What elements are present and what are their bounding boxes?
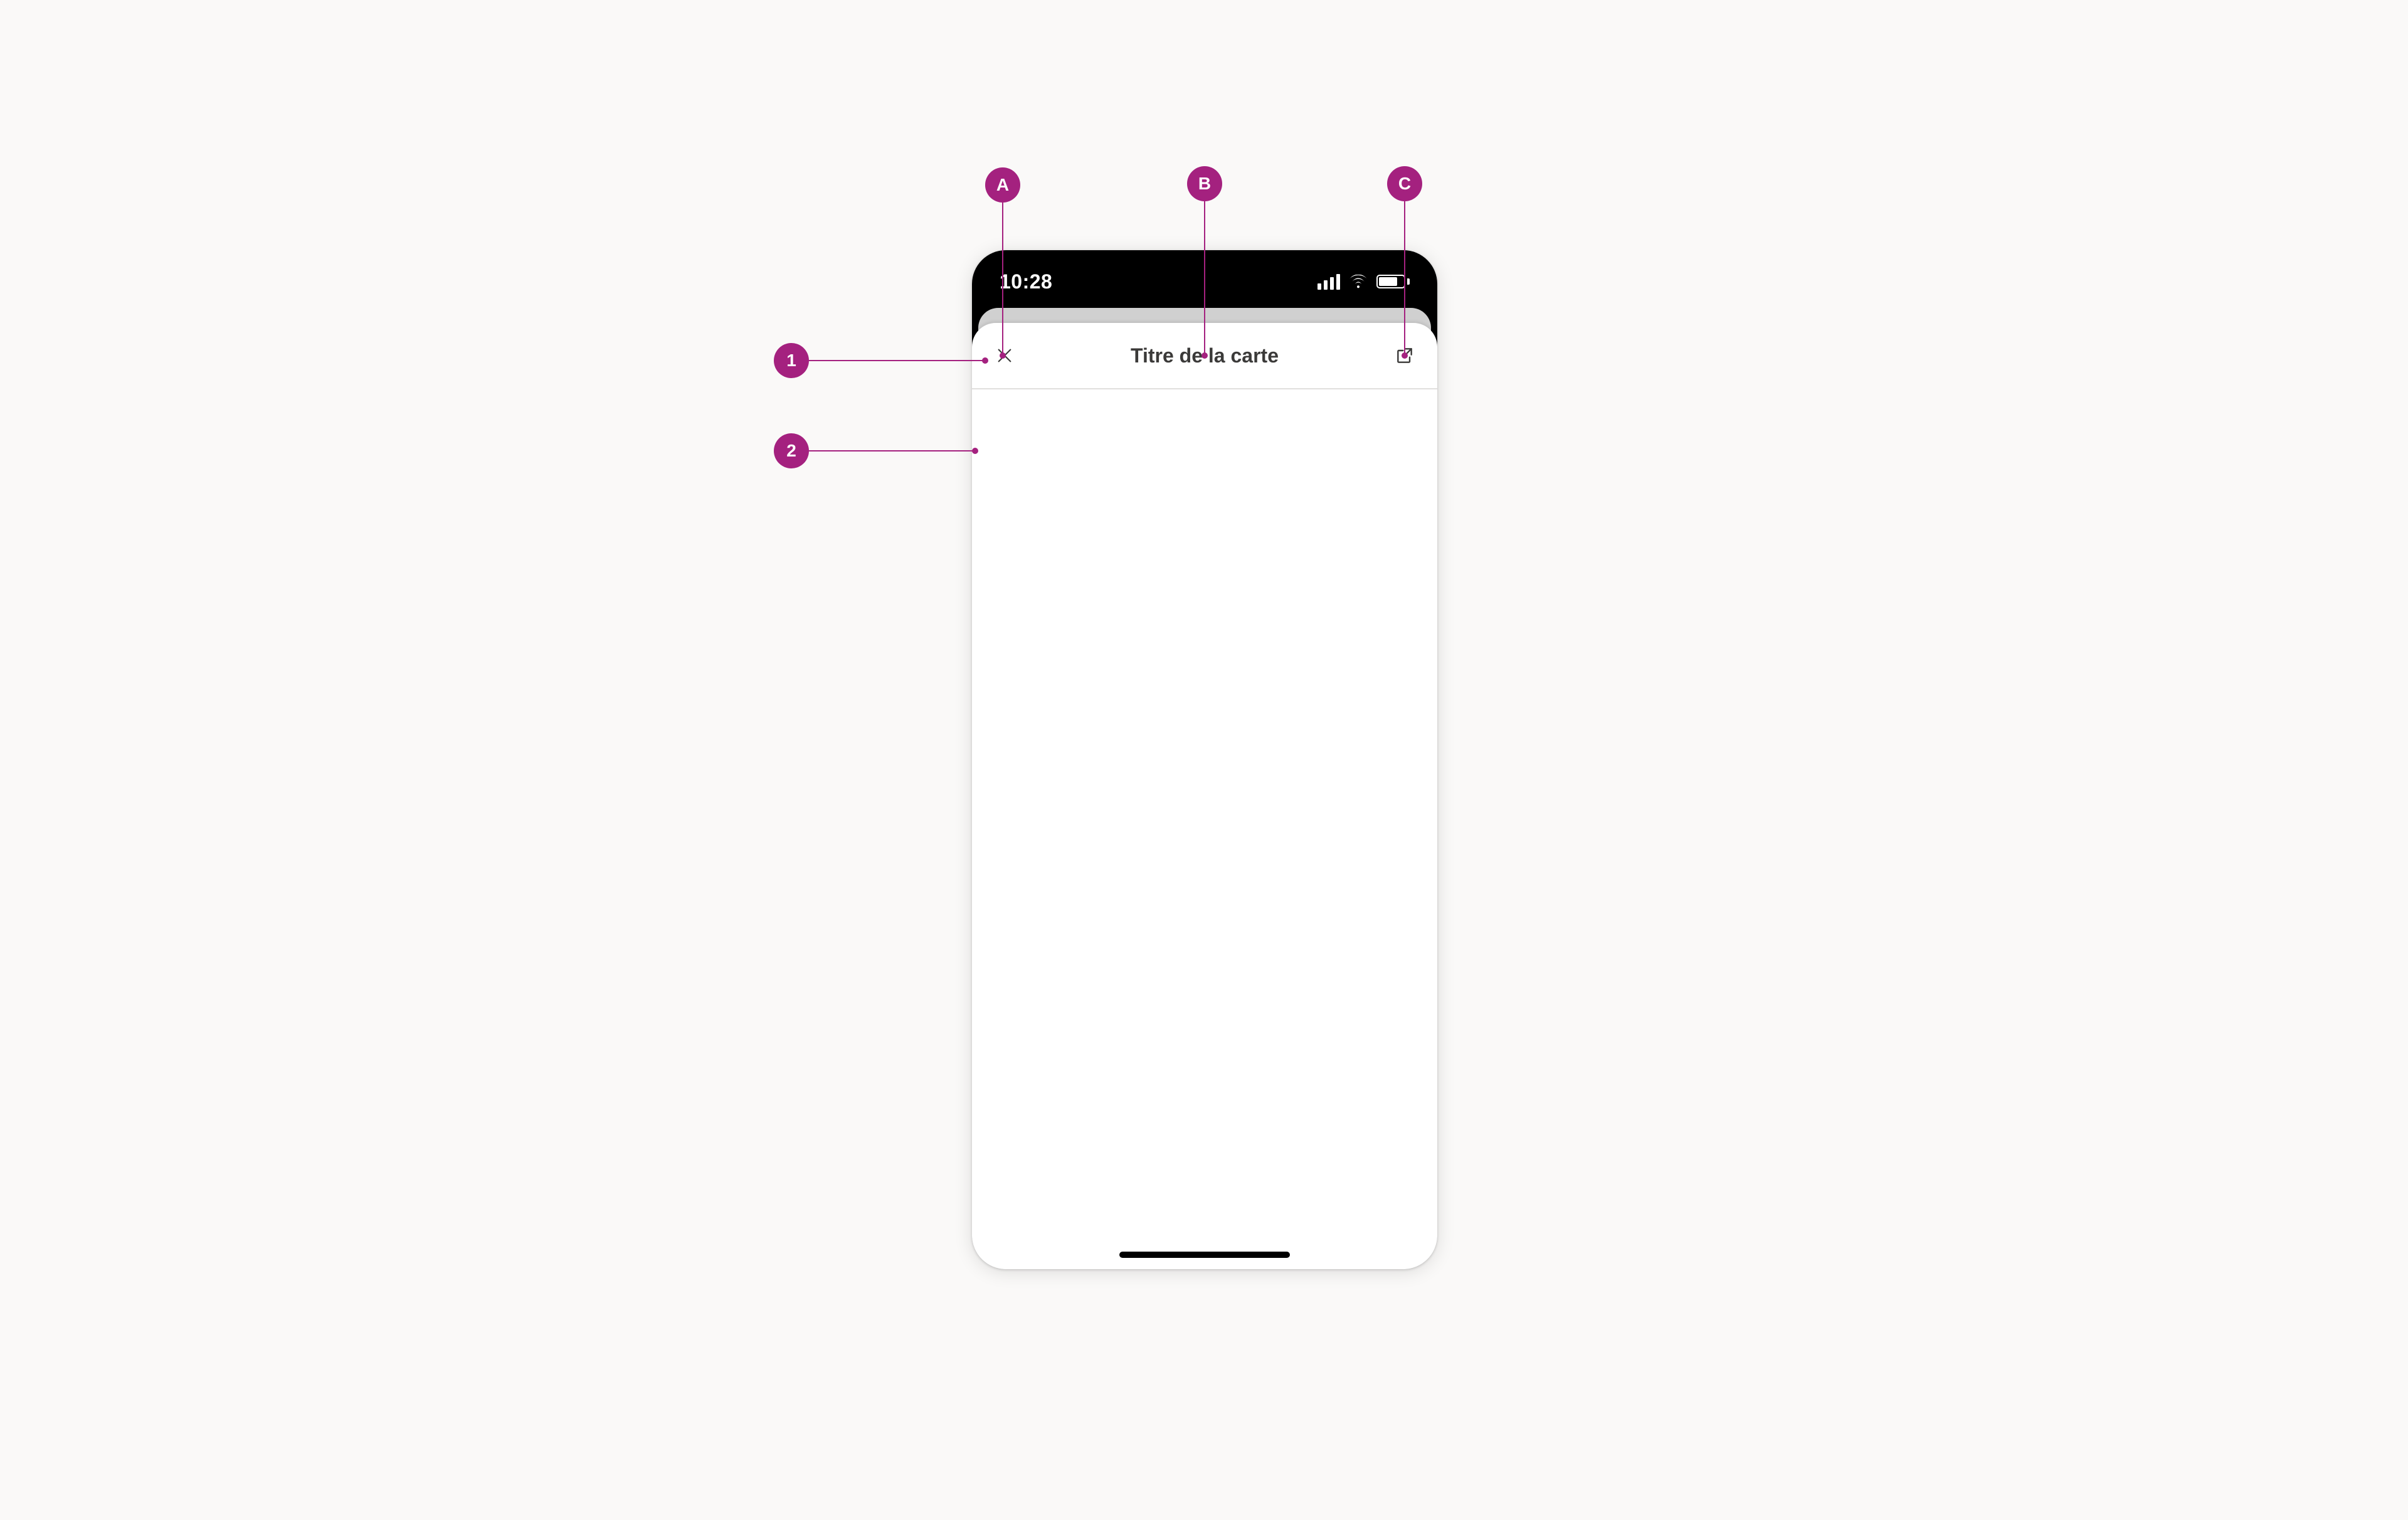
wifi-icon <box>1349 275 1368 288</box>
status-icons <box>1318 274 1410 290</box>
callout-endpoint <box>1201 352 1208 359</box>
callout-endpoint <box>972 448 978 454</box>
callout-label: C <box>1398 174 1411 194</box>
callout-line <box>1404 201 1405 355</box>
callout-badge-1: 1 <box>774 343 809 378</box>
callout-endpoint <box>1000 352 1006 359</box>
callout-endpoint <box>1402 352 1408 359</box>
callout-badge-2: 2 <box>774 433 809 468</box>
modal-card: Titre de la carte <box>972 323 1437 1269</box>
callout-line <box>1002 203 1003 355</box>
callout-label: B <box>1198 174 1211 194</box>
callout-label: 1 <box>786 351 796 371</box>
card-body <box>972 389 1437 1269</box>
callout-badge-b: B <box>1187 166 1222 201</box>
callout-badge-a: A <box>985 167 1020 203</box>
home-indicator[interactable] <box>1119 1252 1290 1258</box>
callout-badge-c: C <box>1387 166 1422 201</box>
cellular-icon <box>1318 274 1340 290</box>
callout-label: A <box>996 175 1009 195</box>
callout-endpoint <box>982 357 988 364</box>
phone-frame: 10:28 <box>972 250 1437 1269</box>
callout-label: 2 <box>786 441 796 461</box>
callout-line <box>809 450 974 451</box>
diagram-canvas: A B C 1 2 10:28 <box>0 0 2408 1520</box>
callout-line <box>1204 201 1205 355</box>
status-time: 10:28 <box>1000 270 1052 293</box>
callout-line <box>809 360 985 361</box>
